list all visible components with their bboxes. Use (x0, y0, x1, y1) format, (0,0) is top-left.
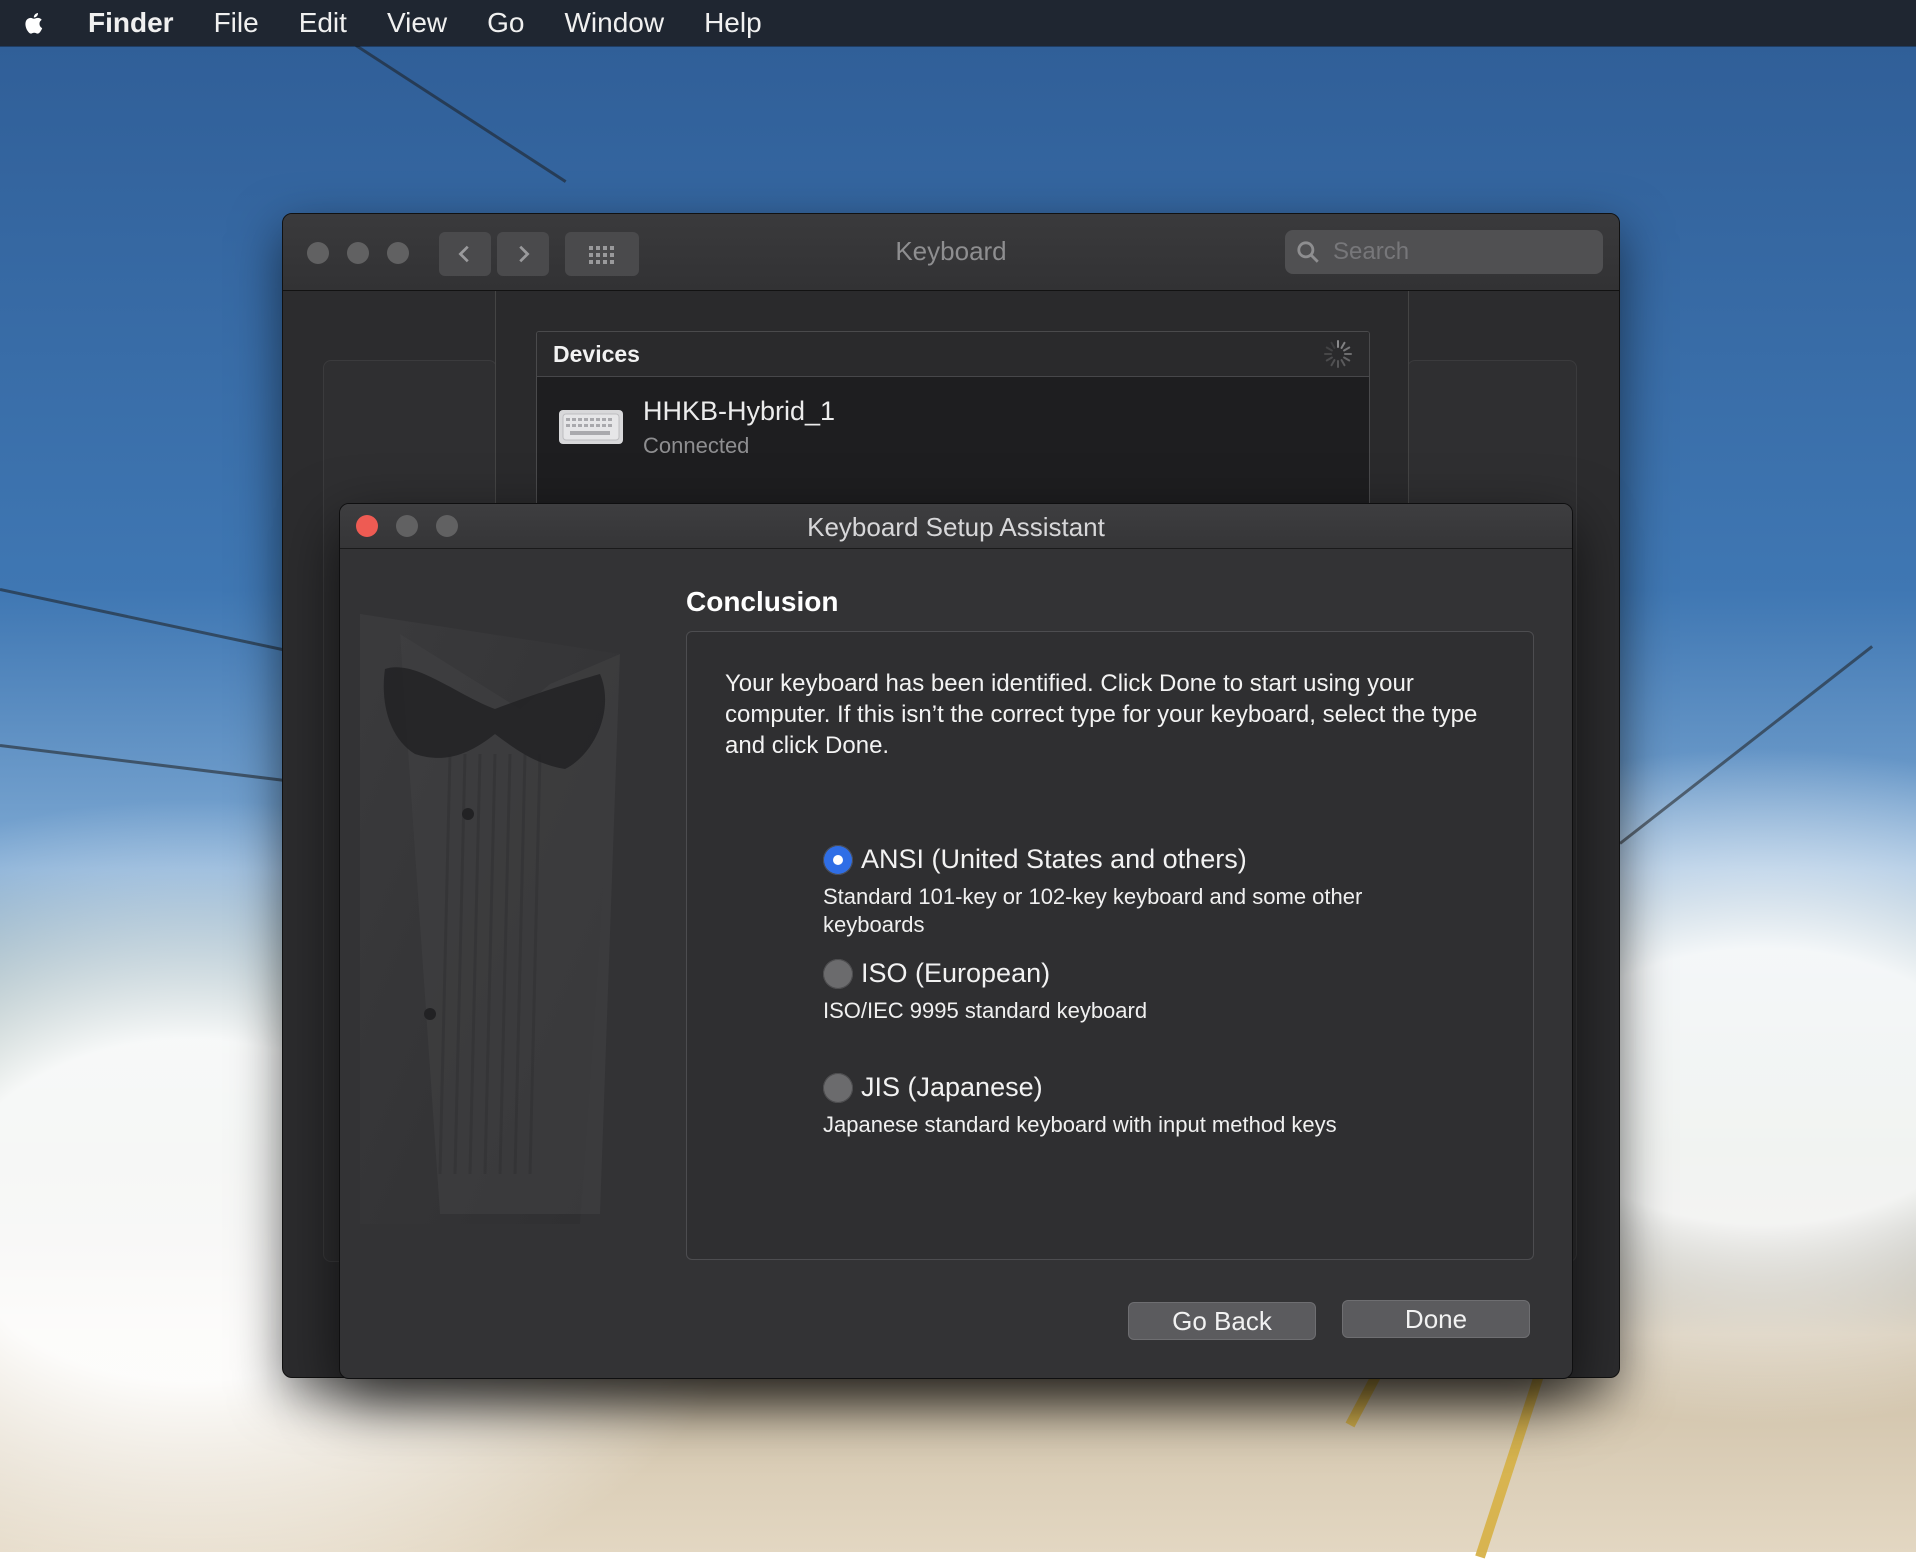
background-wire (1619, 645, 1874, 845)
option-title-ansi[interactable]: ANSI (United States and others) (861, 844, 1247, 875)
menu-edit[interactable]: Edit (279, 0, 367, 46)
device-row[interactable]: HHKB-Hybrid_1 Connected (537, 377, 1369, 477)
search-input[interactable] (1331, 237, 1585, 267)
menu-go[interactable]: Go (467, 0, 544, 46)
radio-selected-dot-icon (833, 854, 843, 865)
keyboard-keys-icon (562, 413, 620, 441)
assistant-titlebar: Keyboard Setup Assistant (340, 504, 1572, 549)
device-text: HHKB-Hybrid_1 Connected (643, 396, 835, 459)
option-row[interactable]: ISO (European) (823, 958, 1443, 989)
device-status: Connected (643, 432, 750, 458)
conclusion-heading: Conclusion (686, 586, 839, 617)
background-wire (0, 588, 294, 654)
assistant-window-title: Keyboard Setup Assistant (807, 512, 1105, 542)
search-field[interactable] (1285, 230, 1603, 274)
radio-ansi-checked[interactable] (823, 844, 853, 875)
radio-jis[interactable] (823, 1072, 853, 1103)
option-description-iso: ISO/IEC 9995 standard keyboard (823, 998, 1148, 1023)
option-row[interactable]: JIS (Japanese) (823, 1072, 1443, 1103)
keyboard-setup-assistant-window: Keyboard Setup Assistant Conclusion Your… (339, 503, 1573, 1379)
keyboard-type-option-jis[interactable]: JIS (Japanese) Japanese standard keyboar… (823, 1072, 1443, 1139)
menu-bar: Finder File Edit View Go Window Help (0, 0, 1916, 46)
conclusion-content-box: Your keyboard has been identified. Click… (686, 631, 1534, 1260)
devices-header: Devices (537, 332, 1369, 377)
option-description-jis: Japanese standard keyboard with input me… (823, 1112, 1337, 1137)
apple-logo-icon (25, 12, 43, 34)
option-title-iso[interactable]: ISO (European) (861, 958, 1050, 989)
option-description-ansi: Standard 101-key or 102-key keyboard and… (823, 884, 1363, 937)
keyboard-icon (559, 410, 623, 444)
menu-app-finder[interactable]: Finder (68, 0, 194, 46)
radio-iso[interactable] (823, 958, 853, 989)
loading-spinner-icon (1323, 339, 1353, 369)
search-icon (1297, 241, 1319, 263)
prefs-titlebar: Keyboard (283, 214, 1619, 291)
keyboard-type-option-ansi[interactable]: ANSI (United States and others) Standard… (823, 844, 1443, 939)
background-wire (355, 44, 567, 183)
device-name: HHKB-Hybrid_1 (643, 395, 836, 426)
done-button[interactable]: Done (1342, 1300, 1530, 1338)
option-row[interactable]: ANSI (United States and others) (823, 844, 1443, 875)
conclusion-message: Your keyboard has been identified. Click… (725, 670, 1478, 759)
apple-menu[interactable] (0, 0, 68, 46)
menu-view[interactable]: View (367, 0, 467, 46)
go-back-button[interactable]: Go Back (1128, 1302, 1316, 1340)
devices-header-label: Devices (553, 340, 640, 367)
option-title-jis[interactable]: JIS (Japanese) (861, 1072, 1043, 1103)
menu-file[interactable]: File (194, 0, 279, 46)
keyboard-type-option-iso[interactable]: ISO (European) ISO/IEC 9995 standard key… (823, 958, 1443, 1025)
tuxedo-illustration-icon (360, 614, 620, 1224)
menu-window[interactable]: Window (544, 0, 684, 46)
menu-help[interactable]: Help (684, 0, 782, 46)
background-wire (0, 744, 298, 784)
